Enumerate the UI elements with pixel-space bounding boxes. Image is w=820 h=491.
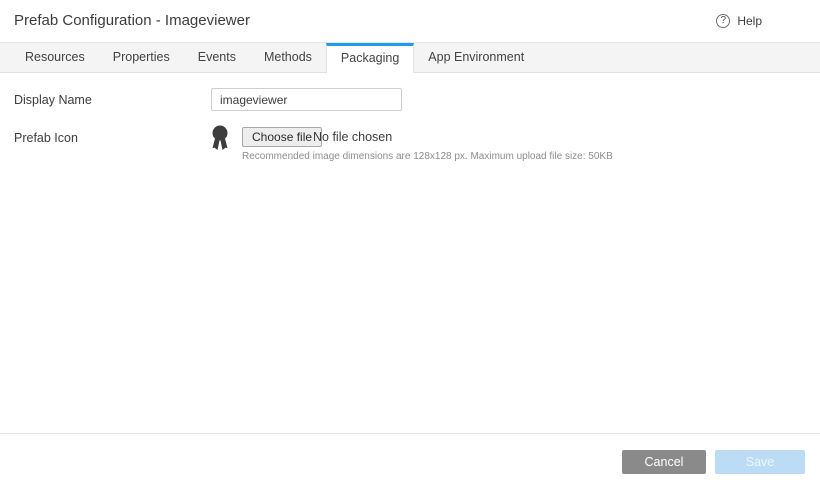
upload-hint: Recommended image dimensions are 128x128… [242,151,613,162]
prefab-icon-label: Prefab Icon [14,131,78,145]
help-link[interactable]: ? Help [716,0,762,42]
footer-divider [0,433,820,434]
tab-bar: Resources Properties Events Methods Pack… [0,43,820,73]
award-rosette-icon [210,125,230,151]
tab-properties[interactable]: Properties [99,43,184,72]
save-button[interactable]: Save [715,450,805,474]
prefab-configuration-dialog: Prefab Configuration - Imageviewer ? Hel… [0,0,820,491]
choose-file-button[interactable]: Choose file [242,127,322,147]
help-icon: ? [716,14,730,28]
dialog-header: Prefab Configuration - Imageviewer ? Hel… [0,0,820,43]
cancel-button[interactable]: Cancel [622,450,706,474]
no-file-chosen-text: No file chosen [313,130,392,144]
page-title: Prefab Configuration - Imageviewer [14,12,250,29]
tab-resources[interactable]: Resources [11,43,99,72]
display-name-input[interactable] [211,88,402,111]
tab-events[interactable]: Events [184,43,250,72]
tab-app-environment[interactable]: App Environment [414,43,538,72]
display-name-label: Display Name [14,93,92,107]
tab-packaging[interactable]: Packaging [326,43,414,73]
tab-methods[interactable]: Methods [250,43,326,72]
help-label: Help [737,14,762,28]
